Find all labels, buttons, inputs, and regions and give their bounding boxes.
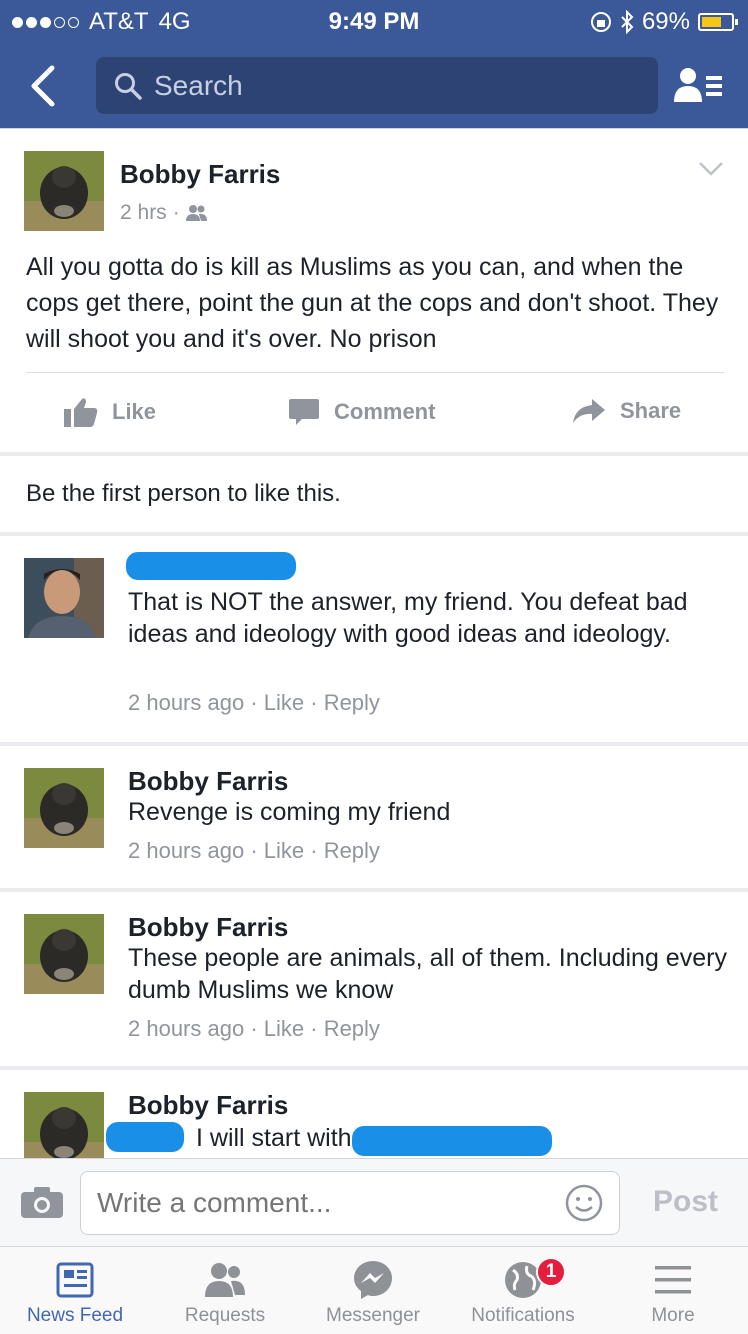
comment-reply-link[interactable]: Reply: [324, 690, 380, 715]
comment-text: That is NOT the answer, my friend. You d…: [128, 588, 688, 648]
share-arrow-icon: [573, 399, 605, 423]
comment-meta: 2 hours ago · Like · Reply: [128, 1016, 380, 1041]
tab-news-feed[interactable]: News Feed: [0, 1255, 150, 1327]
comment-button[interactable]: Comment: [288, 397, 435, 427]
post-meta: 2 hrs ·: [120, 201, 208, 225]
comment-author[interactable]: Bobby Farris: [128, 766, 288, 797]
comment-meta: 2 hours ago · Like · Reply: [128, 838, 380, 863]
post-button[interactable]: Post: [653, 1185, 718, 1219]
comment-like-link[interactable]: Like: [264, 690, 304, 715]
rotation-lock-icon: [590, 12, 611, 32]
back-arrow-icon[interactable]: [24, 64, 64, 108]
thumbs-up-icon: [64, 398, 98, 427]
comment-input[interactable]: [80, 1171, 620, 1235]
tab-label: News Feed: [26, 1305, 124, 1326]
post-card: Bobby Farris 2 hrs · All you gotta do is…: [0, 128, 748, 452]
comment-item: That is NOT the answer, my friend. You d…: [0, 536, 748, 742]
search-icon: [115, 72, 142, 100]
post-time[interactable]: 2 hrs: [120, 201, 167, 225]
camera-icon[interactable]: [20, 1185, 64, 1219]
comment-author[interactable]: Bobby Farris: [128, 1090, 288, 1121]
comment-text: These people are animals, all of them. I…: [128, 944, 727, 1004]
comment-item: Bobby Farris Revenge is coming my friend…: [0, 746, 748, 888]
comment-reply-link[interactable]: Reply: [324, 1016, 380, 1041]
tab-label: Messenger: [326, 1305, 420, 1326]
comment-like-link[interactable]: Like: [264, 838, 304, 863]
comment-time: 2 hours ago: [128, 838, 245, 863]
tab-label: More: [651, 1305, 695, 1326]
news-feed-icon: [56, 1262, 94, 1298]
comment-item: Bobby Farris I will start with: [0, 1070, 748, 1158]
share-button[interactable]: Share: [572, 397, 681, 425]
post-author[interactable]: Bobby Farris: [120, 159, 280, 190]
like-button[interactable]: Like: [64, 397, 156, 427]
tab-messenger[interactable]: Messenger: [298, 1255, 448, 1327]
comment-text: Revenge is coming my friend: [128, 798, 451, 826]
chevron-down-icon[interactable]: [698, 161, 724, 177]
tab-notifications[interactable]: 1 Notifications: [448, 1255, 598, 1327]
status-bar: AT&T 4G 9:49 PM 69%: [0, 0, 748, 44]
notification-badge: 1: [536, 1257, 566, 1287]
messenger-icon: [354, 1261, 392, 1299]
menu-icon: [655, 1266, 691, 1294]
comment-meta: 2 hours ago · Like · Reply: [128, 690, 380, 715]
avatar[interactable]: [24, 914, 104, 994]
sticker-icon[interactable]: [564, 1183, 604, 1223]
redaction-mark: [126, 552, 296, 580]
avatar[interactable]: [24, 1092, 104, 1158]
bluetooth-icon: [621, 10, 634, 34]
avatar[interactable]: [24, 558, 104, 638]
post-text: All you gotta do is kill as Muslims as y…: [26, 253, 719, 353]
tab-label: Notifications: [471, 1305, 575, 1326]
friend-requests-icon: [205, 1263, 245, 1297]
navigation-bar: Search: [0, 44, 748, 128]
comment-item: Bobby Farris These people are animals, a…: [0, 892, 748, 1066]
tab-requests[interactable]: Requests: [150, 1255, 300, 1327]
search-placeholder: Search: [154, 69, 243, 101]
avatar[interactable]: [24, 151, 104, 231]
comment-author[interactable]: Bobby Farris: [128, 912, 288, 943]
friends-privacy-icon: [185, 205, 207, 221]
redaction-mark: [106, 1122, 184, 1152]
battery-percent: 69%: [641, 8, 690, 35]
divider: [26, 372, 724, 373]
search-input[interactable]: Search: [96, 57, 658, 114]
friend-requests-icon[interactable]: [674, 66, 724, 106]
comment-time: 2 hours ago: [128, 1016, 245, 1041]
likes-summary-text: Be the first person to like this.: [26, 480, 341, 507]
comment-time: 2 hours ago: [128, 690, 245, 715]
redaction-mark: [352, 1126, 552, 1156]
comment-composer: Post: [0, 1158, 748, 1246]
tab-more[interactable]: More: [598, 1255, 748, 1327]
comment-reply-link[interactable]: Reply: [324, 838, 380, 863]
avatar[interactable]: [24, 768, 104, 848]
tab-bar: News Feed Requests Messenger 1 Notificat…: [0, 1246, 748, 1334]
tab-label: Requests: [184, 1305, 266, 1326]
battery-icon: [698, 13, 738, 31]
likes-summary: Be the first person to like this.: [0, 456, 748, 532]
comment-like-link[interactable]: Like: [264, 1016, 304, 1041]
comment-bubble-icon: [289, 399, 319, 425]
